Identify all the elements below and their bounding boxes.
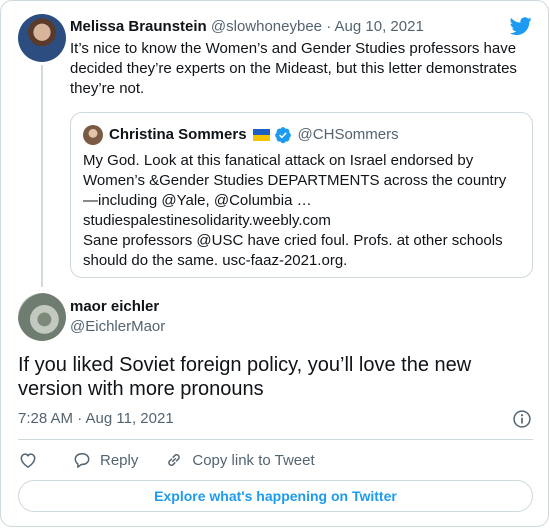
tweet-text: If you liked Soviet foreign policy, you’… [18,354,472,400]
quoted-text-line: Women’s &Gender Studies DEPARTMENTS acro… [83,172,507,189]
author-handle[interactable]: @EichlerMaor [70,317,165,337]
author-name[interactable]: maor eichler [70,297,159,317]
parent-tweet-text: It’s nice to know the Women’s and Gender… [70,40,517,97]
heart-icon [20,453,36,468]
reply-label: Reply [100,451,139,469]
parent-tweet-header: Melissa Braunstein @slowhoneybee · Aug 1… [70,17,424,37]
copy-link-label: Copy link to Tweet [192,451,315,469]
quoted-tweet-header: Christina Sommers @CHSommers [83,125,399,145]
embedded-tweet-card: Melissa Braunstein @slowhoneybee · Aug 1… [0,0,549,527]
like-button[interactable] [18,450,38,470]
quoted-tweet[interactable]: Christina Sommers @CHSommers My God. Loo… [70,112,533,278]
author-name: Christina Sommers [109,126,247,143]
verified-badge-icon [274,127,291,144]
quoted-text-line: Sane professors @USC have cried foul. Pr… [83,232,503,249]
copy-link-button[interactable]: Copy link to Tweet [164,450,315,470]
tweet-timestamp[interactable]: 7:28 AM · Aug 11, 2021 [18,409,174,429]
link-icon [168,454,181,466]
reply-button[interactable]: Reply [72,450,138,470]
author-name[interactable]: Melissa Braunstein [70,18,207,35]
thread-connector-line [41,65,43,287]
tweet-date[interactable]: Aug 10, 2021 [335,18,424,35]
quoted-text-line: My God. Look at this fanatical attack on… [83,152,474,169]
author-handle[interactable]: @slowhoneybee [211,18,322,35]
speech-bubble-icon [74,453,90,468]
quoted-text-line: should do the same. usc-faaz-2021.org. [83,252,348,269]
quoted-text-line: —including @Yale, @Columbia … [83,192,312,209]
avatar[interactable] [18,293,66,341]
quoted-tweet-text: My God. Look at this fanatical attack on… [83,151,523,271]
ukraine-flag-icon [252,129,270,141]
explore-button[interactable]: Explore what's happening on Twitter [18,480,533,512]
separator-dot: · [326,18,332,35]
tweet-actions: Reply Copy link to Tweet [18,449,341,471]
quoted-text-line: studiespalestinesolidarity.weebly.com [83,212,331,229]
avatar[interactable] [18,14,66,62]
divider [18,439,533,440]
author-handle: @CHSommers [297,126,399,143]
avatar [83,125,103,145]
info-icon[interactable] [512,409,532,429]
twitter-bird-icon[interactable] [509,15,533,37]
